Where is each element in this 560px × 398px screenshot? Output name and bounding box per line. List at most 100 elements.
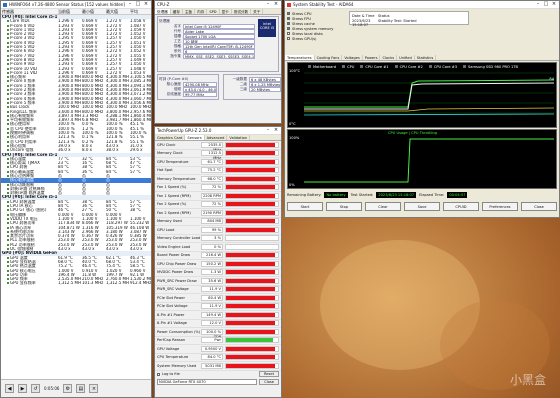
- sensor-value[interactable]: 75.2 °C: [201, 167, 223, 174]
- sensor-row: GPU Chip Power Draw 150.2 W: [155, 260, 281, 269]
- col-sensor[interactable]: 传感器: [1, 9, 57, 14]
- log-icon[interactable]: ▤: [76, 384, 86, 393]
- tab-3[interactable]: 内存: [195, 9, 208, 14]
- sensor-value[interactable]: 99 %: [201, 226, 223, 233]
- minimize-icon[interactable]: –: [265, 127, 271, 134]
- checkbox-icon[interactable]: [287, 22, 290, 25]
- gpuz-titlebar[interactable]: TechPowerUp GPU-Z 2.53.0 – ×: [155, 127, 281, 135]
- close-button[interactable]: ×: [89, 384, 99, 393]
- sensor-value[interactable]: 150.2 W: [201, 260, 223, 267]
- tab-2[interactable]: Voltages: [342, 55, 363, 60]
- sensor-value[interactable]: 35.6 W: [201, 277, 223, 284]
- col-current[interactable]: 当前值: [57, 9, 81, 14]
- checkbox-icon[interactable]: [287, 32, 290, 35]
- sensor-value[interactable]: 100.0 % TDP: [201, 328, 223, 339]
- sensor-value[interactable]: 0 %: [201, 243, 223, 250]
- tab-1[interactable]: 缓存: [171, 9, 183, 14]
- sensor-value[interactable]: 68.0 °C: [201, 175, 223, 182]
- stress-checkbox[interactable]: Stress GPU(s): [287, 36, 343, 41]
- sensor-value[interactable]: 12.0 V: [201, 320, 223, 327]
- aida64-window: System Stability Test - AIDA64 – □ × Str…: [284, 0, 560, 218]
- sensor-value[interactable]: 84.0 °C: [201, 354, 223, 361]
- tab-2[interactable]: 主板: [183, 9, 196, 14]
- sensor-value[interactable]: 72 %: [201, 201, 223, 208]
- tab-2[interactable]: Advanced: [205, 135, 228, 140]
- next-icon[interactable]: ▶: [18, 384, 27, 393]
- sensor-value[interactable]: 80.4 W: [201, 294, 223, 301]
- close-icon[interactable]: ×: [143, 1, 149, 8]
- tab-4[interactable]: SPD: [207, 9, 220, 14]
- reset-icon[interactable]: ↺: [31, 384, 40, 393]
- cpuid-button[interactable]: CPUID: [443, 202, 479, 211]
- tab-1[interactable]: Cooling Fans: [315, 55, 343, 60]
- sensor-value[interactable]: 61.7 °C: [201, 158, 223, 165]
- checkbox-icon[interactable]: [287, 27, 290, 30]
- sensor-value[interactable]: 1312.5 MHz: [201, 150, 223, 160]
- tab-5[interactable]: 显卡: [220, 9, 232, 14]
- tab-0[interactable]: Temperatures: [285, 55, 315, 60]
- close-icon[interactable]: ×: [273, 127, 279, 134]
- reset-button[interactable]: Reset: [258, 371, 279, 377]
- close-button[interactable]: Close: [521, 202, 557, 211]
- tab-6[interactable]: Statistics: [415, 55, 437, 60]
- sensor-value[interactable]: 804 MB: [201, 218, 223, 225]
- tab-0[interactable]: 处理器: [155, 9, 171, 14]
- sensor-value[interactable]: 216.4 W: [201, 252, 223, 259]
- sensor-value[interactable]: Pwr: [201, 337, 223, 344]
- stress-options: Stress CPU Stress FPU Stress cache Stress s…: [285, 9, 559, 55]
- sensor-graph: [225, 243, 279, 250]
- card-select[interactable]: NVIDIA GeForce RTX 4070: [157, 378, 258, 385]
- close-button[interactable]: Close: [259, 378, 279, 385]
- settings-icon[interactable]: ⚙: [63, 384, 73, 393]
- minimize-icon[interactable]: –: [535, 1, 541, 8]
- hwinfo-titlebar[interactable]: HWiNFO64 v7.26-4800 Sensor Status [152 v…: [1, 1, 151, 9]
- maximize-icon[interactable]: □: [135, 1, 141, 8]
- sensor-row[interactable]: GPU 显存频率 1,312.5 MHz 101.3 MHz 1,312.5 MHz 9…: [1, 281, 151, 285]
- sensor-value[interactable]: 3 %: [201, 235, 223, 242]
- sensor-list[interactable]: CPU [#0]: Intel Core i5-12490FCore VIDs1…: [1, 15, 151, 379]
- save-button[interactable]: Save: [404, 202, 440, 211]
- preferences-button[interactable]: Preferences: [482, 202, 518, 211]
- log-checkbox[interactable]: Log to file: [157, 372, 180, 377]
- stop-button[interactable]: Stop: [326, 202, 362, 211]
- tab-0[interactable]: Graphics Card: [155, 135, 186, 140]
- sensor-value[interactable]: 2535.0 MHz: [201, 141, 223, 152]
- sensor-row: Board Power Draw 216.4 W: [155, 252, 281, 260]
- sensor-value[interactable]: 11.9 V: [201, 286, 223, 293]
- sensor-value[interactable]: 11.9 V: [201, 303, 223, 310]
- sensor-value[interactable]: 2208 RPM: [201, 192, 223, 199]
- sensor-value[interactable]: 2190 RPM: [201, 209, 223, 216]
- window-title: HWiNFO64 v7.26-4800 Sensor Status [152 v…: [9, 2, 125, 7]
- sensor-label: Power Consumption (%): [157, 329, 201, 334]
- cpuz-titlebar[interactable]: CPU-Z – ×: [155, 1, 281, 9]
- col-min[interactable]: 最小值: [81, 9, 105, 14]
- close-icon[interactable]: ×: [551, 1, 557, 8]
- tab-3[interactable]: Validation: [227, 135, 251, 140]
- tab-4[interactable]: Clocks: [380, 55, 398, 60]
- tab-1[interactable]: Sensors: [185, 135, 205, 140]
- checkbox-icon[interactable]: [287, 37, 290, 40]
- tab-3[interactable]: Powers: [363, 55, 381, 60]
- maximize-icon[interactable]: □: [543, 1, 549, 8]
- tab-7[interactable]: 关于: [251, 9, 264, 14]
- col-max[interactable]: 最大值: [105, 9, 129, 14]
- col-avg[interactable]: 平均: [129, 9, 151, 14]
- clear-button[interactable]: Clear: [365, 202, 401, 211]
- app-icon: [3, 2, 7, 7]
- sensor-value[interactable]: 5031 MB: [201, 362, 223, 369]
- clock-group: 时钟 (P-Core #0) 核心速度 4290.08 MHz 倍频 x 43.0 (…: [157, 74, 219, 100]
- sensor-value[interactable]: 72 %: [201, 184, 223, 191]
- sensor-value[interactable]: 1.3 W: [201, 269, 223, 276]
- checkbox-icon[interactable]: [287, 17, 290, 20]
- tab-6[interactable]: 测试分数: [232, 9, 252, 14]
- minimize-icon[interactable]: –: [127, 1, 133, 8]
- close-icon[interactable]: ×: [273, 1, 279, 8]
- checkbox-icon[interactable]: [287, 12, 290, 15]
- sensor-value[interactable]: 0.9500 V: [201, 345, 223, 352]
- start-button[interactable]: Start: [287, 202, 323, 211]
- tab-5[interactable]: Unified: [397, 55, 415, 60]
- aida-titlebar[interactable]: System Stability Test - AIDA64 – □ ×: [285, 1, 559, 9]
- prev-icon[interactable]: ◀: [5, 384, 14, 393]
- minimize-icon[interactable]: –: [265, 1, 271, 8]
- sensor-value[interactable]: 149.4 W: [201, 311, 223, 318]
